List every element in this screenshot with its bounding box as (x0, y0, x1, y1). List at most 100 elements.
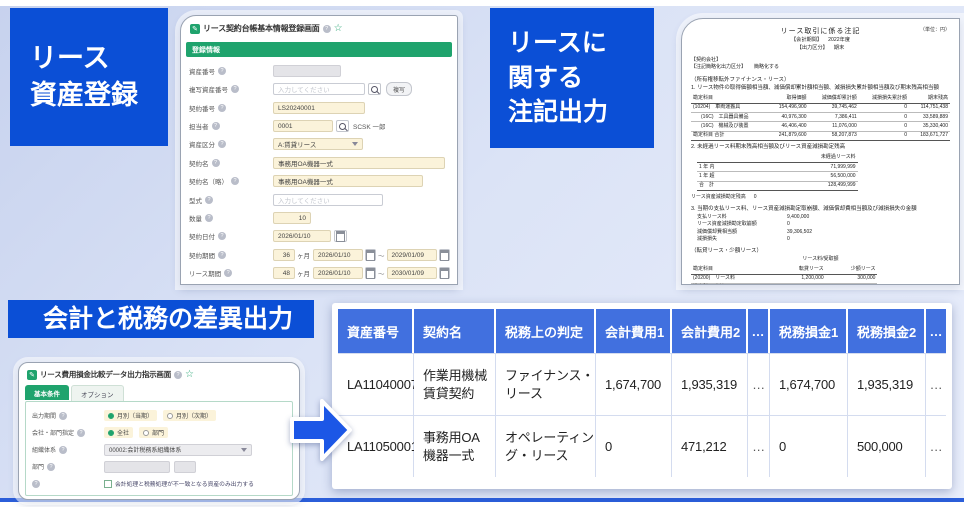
contract-period-from-input[interactable]: 2026/01/10 (313, 249, 363, 261)
help-icon[interactable]: ? (218, 104, 226, 112)
field-label: 担当者 (189, 121, 209, 131)
doc-table-group-head: リース料/受取額 (691, 256, 950, 263)
doc-item-label: リース資産減損勘定取崩額 (697, 221, 787, 228)
cell-ellipsis: … (748, 415, 770, 477)
field-label: 複写資産番号 (189, 84, 228, 94)
contract-period-months-input[interactable]: 36 (273, 249, 295, 261)
cell-tax-loss2: 500,000 (848, 415, 926, 477)
help-icon[interactable]: ? (323, 25, 331, 33)
help-icon[interactable]: ? (205, 196, 213, 204)
months-unit: ヶ月 (297, 250, 310, 260)
calendar-icon (366, 250, 375, 261)
help-icon[interactable]: ? (174, 371, 182, 379)
help-icon[interactable]: ? (32, 480, 40, 488)
quantity-input[interactable]: 10 (273, 212, 311, 224)
doc-meta-label: 【会計期間】 (791, 37, 822, 43)
search-button[interactable] (336, 120, 349, 132)
calendar-button[interactable] (439, 267, 450, 279)
help-icon[interactable]: ? (218, 140, 226, 148)
lease-period-months-input[interactable]: 48 (273, 267, 295, 279)
calendar-button[interactable] (365, 267, 376, 279)
cell-tax-judgement: オペレーティング・リース (496, 415, 596, 477)
help-icon[interactable]: ? (218, 232, 226, 240)
help-icon[interactable]: ? (218, 251, 226, 259)
contract-period-to-input[interactable]: 2029/01/09 (387, 249, 437, 261)
form-row-contract-period: 契約期間? 36 ヶ月 2026/01/10 ～ 2029/01/09 (189, 248, 453, 262)
edit-icon: ✎ (27, 370, 37, 380)
form-row-lease-period: リース期間? 48 ヶ月 2026/01/10 ～ 2030/01/09 (189, 266, 453, 280)
copy-button[interactable]: 複写 (386, 82, 412, 96)
tab-basic-conditions[interactable]: 基本条件 (25, 385, 69, 400)
cell-ellipsis: … (926, 415, 946, 477)
doc-meta-value: 簡略化する (754, 64, 779, 71)
cell-contract-name: 事務用OA 機器一式 (414, 415, 496, 477)
checkbox-icon[interactable] (104, 480, 112, 488)
radio-all-company[interactable]: 全社 (104, 427, 133, 438)
col-header-ellipsis: … (748, 309, 770, 353)
help-icon[interactable]: ? (231, 85, 239, 93)
help-icon[interactable]: ? (212, 122, 220, 130)
radio-department[interactable]: 部門 (139, 427, 168, 438)
contract-no-input[interactable]: LS20240001 (273, 102, 365, 114)
form-row-contract-name-short: 契約名（略）? 事務用OA機器一式 (189, 174, 453, 188)
edit-icon: ✎ (190, 24, 200, 34)
help-icon[interactable]: ? (231, 177, 239, 185)
help-icon[interactable]: ? (205, 214, 213, 222)
help-icon[interactable]: ? (47, 463, 55, 471)
favorite-star-icon[interactable]: ☆ (185, 370, 194, 380)
doc-item-label: 減損損失 (697, 236, 787, 243)
contract-name-short-input[interactable]: 事務用OA機器一式 (273, 175, 423, 187)
help-icon[interactable]: ? (224, 269, 232, 277)
model-input[interactable]: 入力してください (273, 194, 383, 206)
doc-meta-value: 期末 (834, 45, 844, 51)
dept-input-2 (174, 461, 196, 473)
radio-monthly-current[interactable]: 月別（当期） (104, 410, 157, 421)
flow-arrow-icon (288, 392, 354, 468)
help-icon[interactable]: ? (77, 429, 85, 437)
help-icon[interactable]: ? (218, 67, 226, 75)
copy-asset-no-input[interactable]: 入力してください (273, 83, 365, 95)
doc-item-value: 0 (754, 194, 757, 201)
contract-date-input[interactable]: 2026/01/10 (273, 230, 331, 242)
col-header-tax-judgement: 税務上の判定 (496, 309, 596, 353)
field-label: 契約日付 (189, 231, 215, 241)
form-row-copy-asset-no: 複写資産番号? 入力してください 複写 (189, 82, 453, 96)
org-select[interactable]: 00002:会計税務系組織体系 (104, 444, 252, 456)
radio-monthly-next[interactable]: 月別（次期） (163, 410, 216, 421)
screen-title: リース費用損金比較データ出力指示画面 (40, 369, 171, 380)
calendar-button[interactable] (365, 249, 376, 261)
search-button[interactable] (368, 83, 381, 95)
person-code-input[interactable]: 0001 (273, 120, 333, 132)
favorite-star-icon[interactable]: ☆ (334, 24, 343, 34)
bottom-margin (0, 502, 964, 507)
radio-icon (167, 413, 173, 419)
cell-tax-judgement: ファイナンス・リース (496, 353, 596, 415)
form-row-quantity: 数量? 10 (189, 211, 453, 225)
radio-label: 月別（次期） (176, 411, 212, 420)
help-icon[interactable]: ? (59, 446, 67, 454)
help-icon[interactable]: ? (59, 412, 67, 420)
select-value: A:賃貸リース (278, 139, 316, 149)
tab-options[interactable]: オプション (71, 385, 124, 401)
calendar-icon (366, 268, 375, 279)
calendar-button[interactable] (439, 249, 450, 261)
field-label: 数量 (189, 213, 202, 223)
checkbox-label: 会計処理と税務処理が不一致となる資産のみ出力する (115, 479, 254, 488)
field-label: リース期間 (189, 268, 221, 278)
col-header-asset-no: 資産番号 (338, 309, 414, 353)
help-icon[interactable]: ? (212, 159, 220, 167)
col-header-acct-cost2: 会計費用2 (672, 309, 748, 353)
field-label: 資産区分 (189, 139, 215, 149)
calendar-icon (440, 250, 449, 261)
contract-name-input[interactable]: 事務用OA機器一式 (273, 157, 445, 169)
form-row-output-period: 出力期間? 月別（当期） 月別（次期） (32, 409, 289, 422)
doc-section-title: 1. リース物件の取得価額相当額、減価償却累計額相当額、減損損失累計額相当額及び… (691, 85, 950, 93)
radio-label: 月別（当期） (117, 411, 153, 420)
lease-period-from-input[interactable]: 2026/01/10 (313, 267, 363, 279)
calendar-button[interactable] (334, 230, 347, 242)
radio-label: 全社 (117, 428, 129, 437)
lease-period-to-input[interactable]: 2030/01/09 (387, 267, 437, 279)
radio-label: 部門 (152, 428, 164, 437)
asset-class-select[interactable]: A:賃貸リース (273, 138, 363, 150)
doc-table-sublease: 勘定科目転貸リース少額リース (20200) リース料1,200,000300,… (691, 265, 877, 285)
